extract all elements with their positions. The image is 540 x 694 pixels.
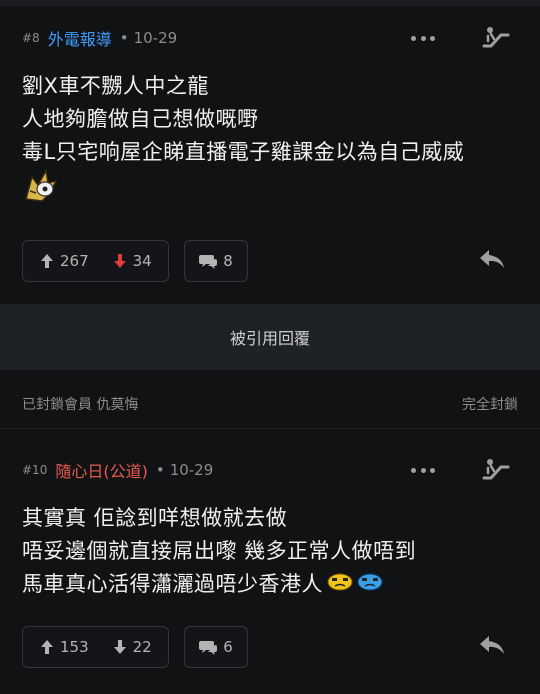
crying-face-icon (327, 568, 353, 601)
escalator-icon[interactable] (482, 458, 510, 486)
speech-bubble-icon (199, 255, 218, 269)
downvote-count: 34 (132, 252, 152, 270)
blocked-member-label: 已封鎖會員 仇莫悔 (22, 397, 139, 413)
vote-buttons: 153 22 (22, 626, 169, 668)
post-10: #10 隨心日(公道) • 10-29 其實真 佢諗到咩想做就去做 唔妥邊個就直接… (0, 440, 540, 694)
post-line: 毒L只宅响屋企睇直播電子雞課金以為自己威威 (22, 140, 465, 164)
bird-sticker-icon (22, 168, 58, 213)
downvote-count: 22 (132, 638, 152, 656)
post-8: #8 外電報導 • 10-29 劉X車不嬲人中之龍 人地夠膽做自己想做嘅嘢 毒L只… (0, 0, 540, 304)
upvote-count: 153 (60, 638, 89, 656)
reply-arrow-icon[interactable] (478, 248, 506, 274)
blocked-member-row: 已封鎖會員 仇莫悔 完全封鎖 (0, 394, 540, 416)
quoted-replies-label: 被引用回覆 (229, 329, 310, 348)
post-number: #8 (22, 31, 40, 45)
post-content: 其實真 佢諗到咩想做就去做 唔妥邊個就直接屌出嚟 幾多正常人做唔到 馬車真心活得… (22, 502, 522, 601)
reply-arrow-icon[interactable] (478, 634, 506, 660)
downvote-button[interactable]: 22 (113, 638, 152, 656)
escalator-icon[interactable] (482, 26, 510, 54)
arrow-up-icon (41, 254, 53, 268)
vote-buttons: 267 34 (22, 240, 169, 282)
post-line: 劉X車不嬲人中之龍 (22, 74, 209, 98)
arrow-down-icon (113, 640, 126, 654)
comment-count: 8 (223, 252, 233, 270)
downvote-button[interactable]: 34 (113, 252, 152, 270)
arrow-down-icon (113, 254, 126, 268)
arrow-up-icon (41, 640, 53, 654)
upvote-count: 267 (60, 252, 89, 270)
comment-button[interactable]: 8 (184, 240, 248, 282)
crying-face-icon (357, 568, 383, 601)
post-date: • 10-29 (155, 461, 214, 479)
post-line: 唔妥邊個就直接屌出嚟 幾多正常人做唔到 (22, 539, 417, 563)
upvote-button[interactable]: 267 (40, 252, 89, 270)
post-content: 劉X車不嬲人中之龍 人地夠膽做自己想做嘅嘢 毒L只宅响屋企睇直播電子雞課金以為自… (22, 70, 522, 213)
post-header: #10 隨心日(公道) • 10-29 (22, 458, 213, 482)
post-author[interactable]: 外電報導 (48, 26, 112, 50)
comment-button[interactable]: 6 (184, 626, 248, 668)
comment-count: 6 (223, 638, 233, 656)
post-line: 馬車真心活得瀟灑過唔少香港人 (22, 568, 522, 601)
post-line: 人地夠膽做自己想做嘅嘢 (22, 107, 259, 131)
post-author[interactable]: 隨心日(公道) (55, 458, 148, 482)
more-dots-icon[interactable] (411, 465, 435, 475)
divider (0, 428, 540, 429)
post-number: #10 (22, 463, 48, 477)
upvote-button[interactable]: 153 (40, 638, 89, 656)
speech-bubble-icon (199, 641, 218, 655)
quoted-replies-bar[interactable]: 被引用回覆 (0, 304, 540, 370)
post-line: 其實真 佢諗到咩想做就去做 (22, 506, 288, 530)
emoji-line (22, 168, 522, 213)
more-dots-icon[interactable] (411, 33, 435, 43)
post-date: • 10-29 (119, 29, 178, 47)
full-block-button[interactable]: 完全封鎖 (462, 394, 518, 414)
post-header: #8 外電報導 • 10-29 (22, 26, 177, 50)
